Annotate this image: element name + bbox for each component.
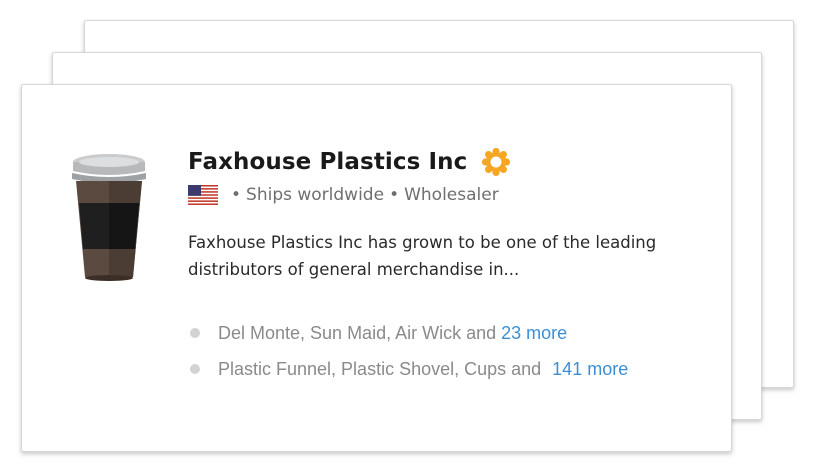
supplier-card[interactable]: Faxhouse Plastics Inc • Ships worldwide … (21, 84, 732, 452)
coffee-cup-icon (72, 154, 146, 281)
company-description: Faxhouse Plastics Inc has grown to be on… (188, 233, 657, 279)
title-row: Faxhouse Plastics Inc (188, 147, 511, 177)
list-item-products: Plastic Funnel, Plastic Shovel, Cups and… (190, 351, 628, 387)
brands-text: Del Monte, Sun Maid, Air Wick and (218, 322, 497, 343)
verified-badge-icon (482, 147, 511, 177)
meta-separator: • (389, 185, 400, 205)
products-text: Plastic Funnel, Plastic Shovel, Cups and (218, 358, 542, 379)
list-item-brands: Del Monte, Sun Maid, Air Wick and 23 mor… (190, 315, 628, 351)
us-flag-icon (188, 185, 218, 205)
meta-row: • Ships worldwide • Wholesaler (188, 185, 499, 205)
brands-more-link[interactable]: 23 more (501, 323, 567, 344)
products-more-link[interactable]: 141 more (552, 359, 628, 380)
shipping-info: Ships worldwide (246, 185, 385, 205)
business-type: Wholesaler (404, 185, 499, 205)
company-name[interactable]: Faxhouse Plastics Inc (188, 149, 467, 175)
bullet-icon (190, 328, 200, 338)
bullet-icon (190, 364, 200, 374)
meta-separator: • (231, 185, 242, 205)
brands-products-list: Del Monte, Sun Maid, Air Wick and 23 mor… (190, 315, 628, 387)
